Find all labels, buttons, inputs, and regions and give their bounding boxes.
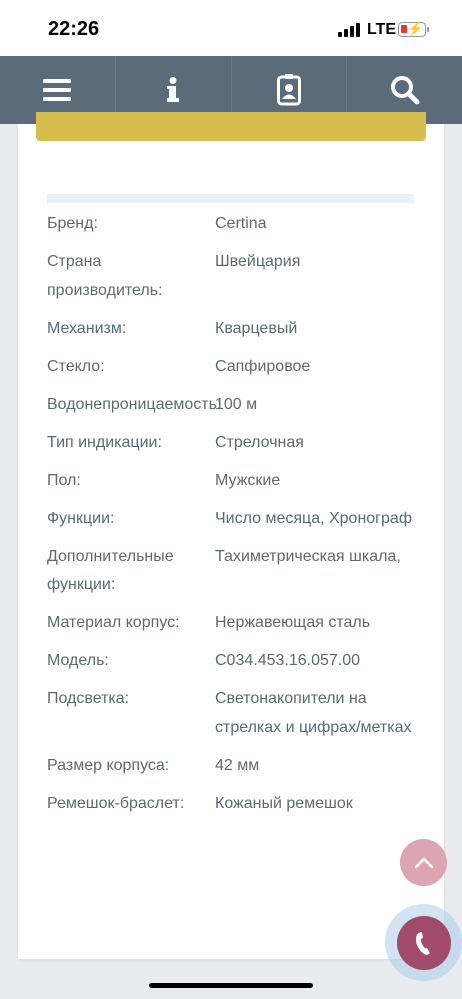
- spec-label: Механизм:: [47, 319, 127, 337]
- spec-label: Пол:: [47, 471, 81, 489]
- spec-label: Размер корпуса:: [47, 756, 170, 774]
- spec-row: Бренд: Certina: [47, 210, 427, 239]
- spec-value: Кожаный ремешок: [215, 794, 353, 812]
- spec-value: Тахиметрическая шкала,: [215, 547, 401, 565]
- specs-table: Бренд: Certina Страна производитель: Швейца…: [47, 210, 427, 828]
- call-button[interactable]: [396, 915, 451, 970]
- network-label: LTE: [367, 21, 397, 38]
- spec-label: Подсветка:: [47, 690, 130, 707]
- spec-value: Сапфировое: [215, 357, 311, 375]
- spec-value: Certina: [215, 215, 267, 232]
- spec-value: C034.453.16.057.00: [215, 652, 361, 669]
- buy-button[interactable]: [36, 112, 426, 141]
- spec-value: Швейцария: [215, 253, 301, 270]
- contact-card-icon: [276, 74, 301, 106]
- spec-label: Модель:: [47, 652, 109, 669]
- spec-row: Модель: C034.453.16.057.00: [47, 647, 427, 676]
- home-indicator: [149, 983, 313, 988]
- battery-icon: ⚡: [398, 21, 426, 37]
- spec-value: Светонакопители на стрелках и цифрах/мет…: [215, 690, 412, 736]
- search-icon: [390, 76, 420, 105]
- spec-value: 42 мм: [215, 756, 260, 774]
- call-button-ring: [385, 904, 462, 981]
- menu-icon: [43, 79, 72, 101]
- signal-icon: [338, 23, 360, 37]
- info-icon: [167, 77, 180, 102]
- spec-value: Число месяца, Хронограф: [215, 509, 412, 527]
- spec-value: Стрелочная: [215, 433, 304, 451]
- spec-label: Материал корпус:: [47, 614, 180, 631]
- spec-row: Тип индикации: Стрелочная: [47, 429, 427, 458]
- spec-row: Материал корпус: Нержавеющая сталь: [47, 609, 427, 638]
- spec-row: Стекло: Сапфировое: [47, 353, 427, 382]
- spec-label: Водонепроницаемость:: [47, 395, 222, 413]
- spec-row: Дополнительные функции: Тахиметрическая ш…: [47, 543, 427, 600]
- spec-label: Дополнительные функции:: [47, 547, 174, 594]
- spec-row: Страна производитель: Швейцария: [47, 248, 427, 305]
- spec-value: Нержавеющая сталь: [215, 614, 371, 631]
- spec-label: Стекло:: [47, 357, 105, 375]
- spec-label: Тип индикации:: [47, 433, 162, 451]
- scroll-top-button[interactable]: [400, 839, 447, 886]
- battery-tip: [427, 27, 429, 32]
- spec-label: Функции:: [47, 509, 115, 527]
- spec-label: Страна производитель:: [47, 253, 163, 299]
- status-bar: 22:26 LTE ⚡: [0, 0, 462, 56]
- spec-label: Бренд:: [47, 215, 98, 232]
- phone-icon: [415, 931, 430, 955]
- status-time: 22:26: [48, 18, 100, 40]
- spec-row: Пол: Мужские: [47, 467, 427, 496]
- spec-value: 100 м: [215, 395, 258, 413]
- spec-row: Размер корпуса: 42 мм: [47, 752, 427, 781]
- spec-row: Механизм: Кварцевый: [47, 315, 427, 344]
- spec-label: Ремешок-браслет:: [47, 794, 185, 812]
- divider: [47, 194, 414, 203]
- spec-row: Ремешок-браслет: Кожаный ремешок: [47, 790, 427, 819]
- spec-value: Кварцевый: [215, 319, 298, 337]
- spec-row: Функции: Число месяца, Хронограф: [47, 505, 427, 534]
- spec-row: Водонепроницаемость: 100 м: [47, 391, 427, 420]
- spec-row: Подсветка: Светонакопители на стрелках и …: [47, 685, 427, 742]
- spec-value: Мужские: [215, 471, 281, 489]
- chevron-up-icon: [414, 857, 433, 868]
